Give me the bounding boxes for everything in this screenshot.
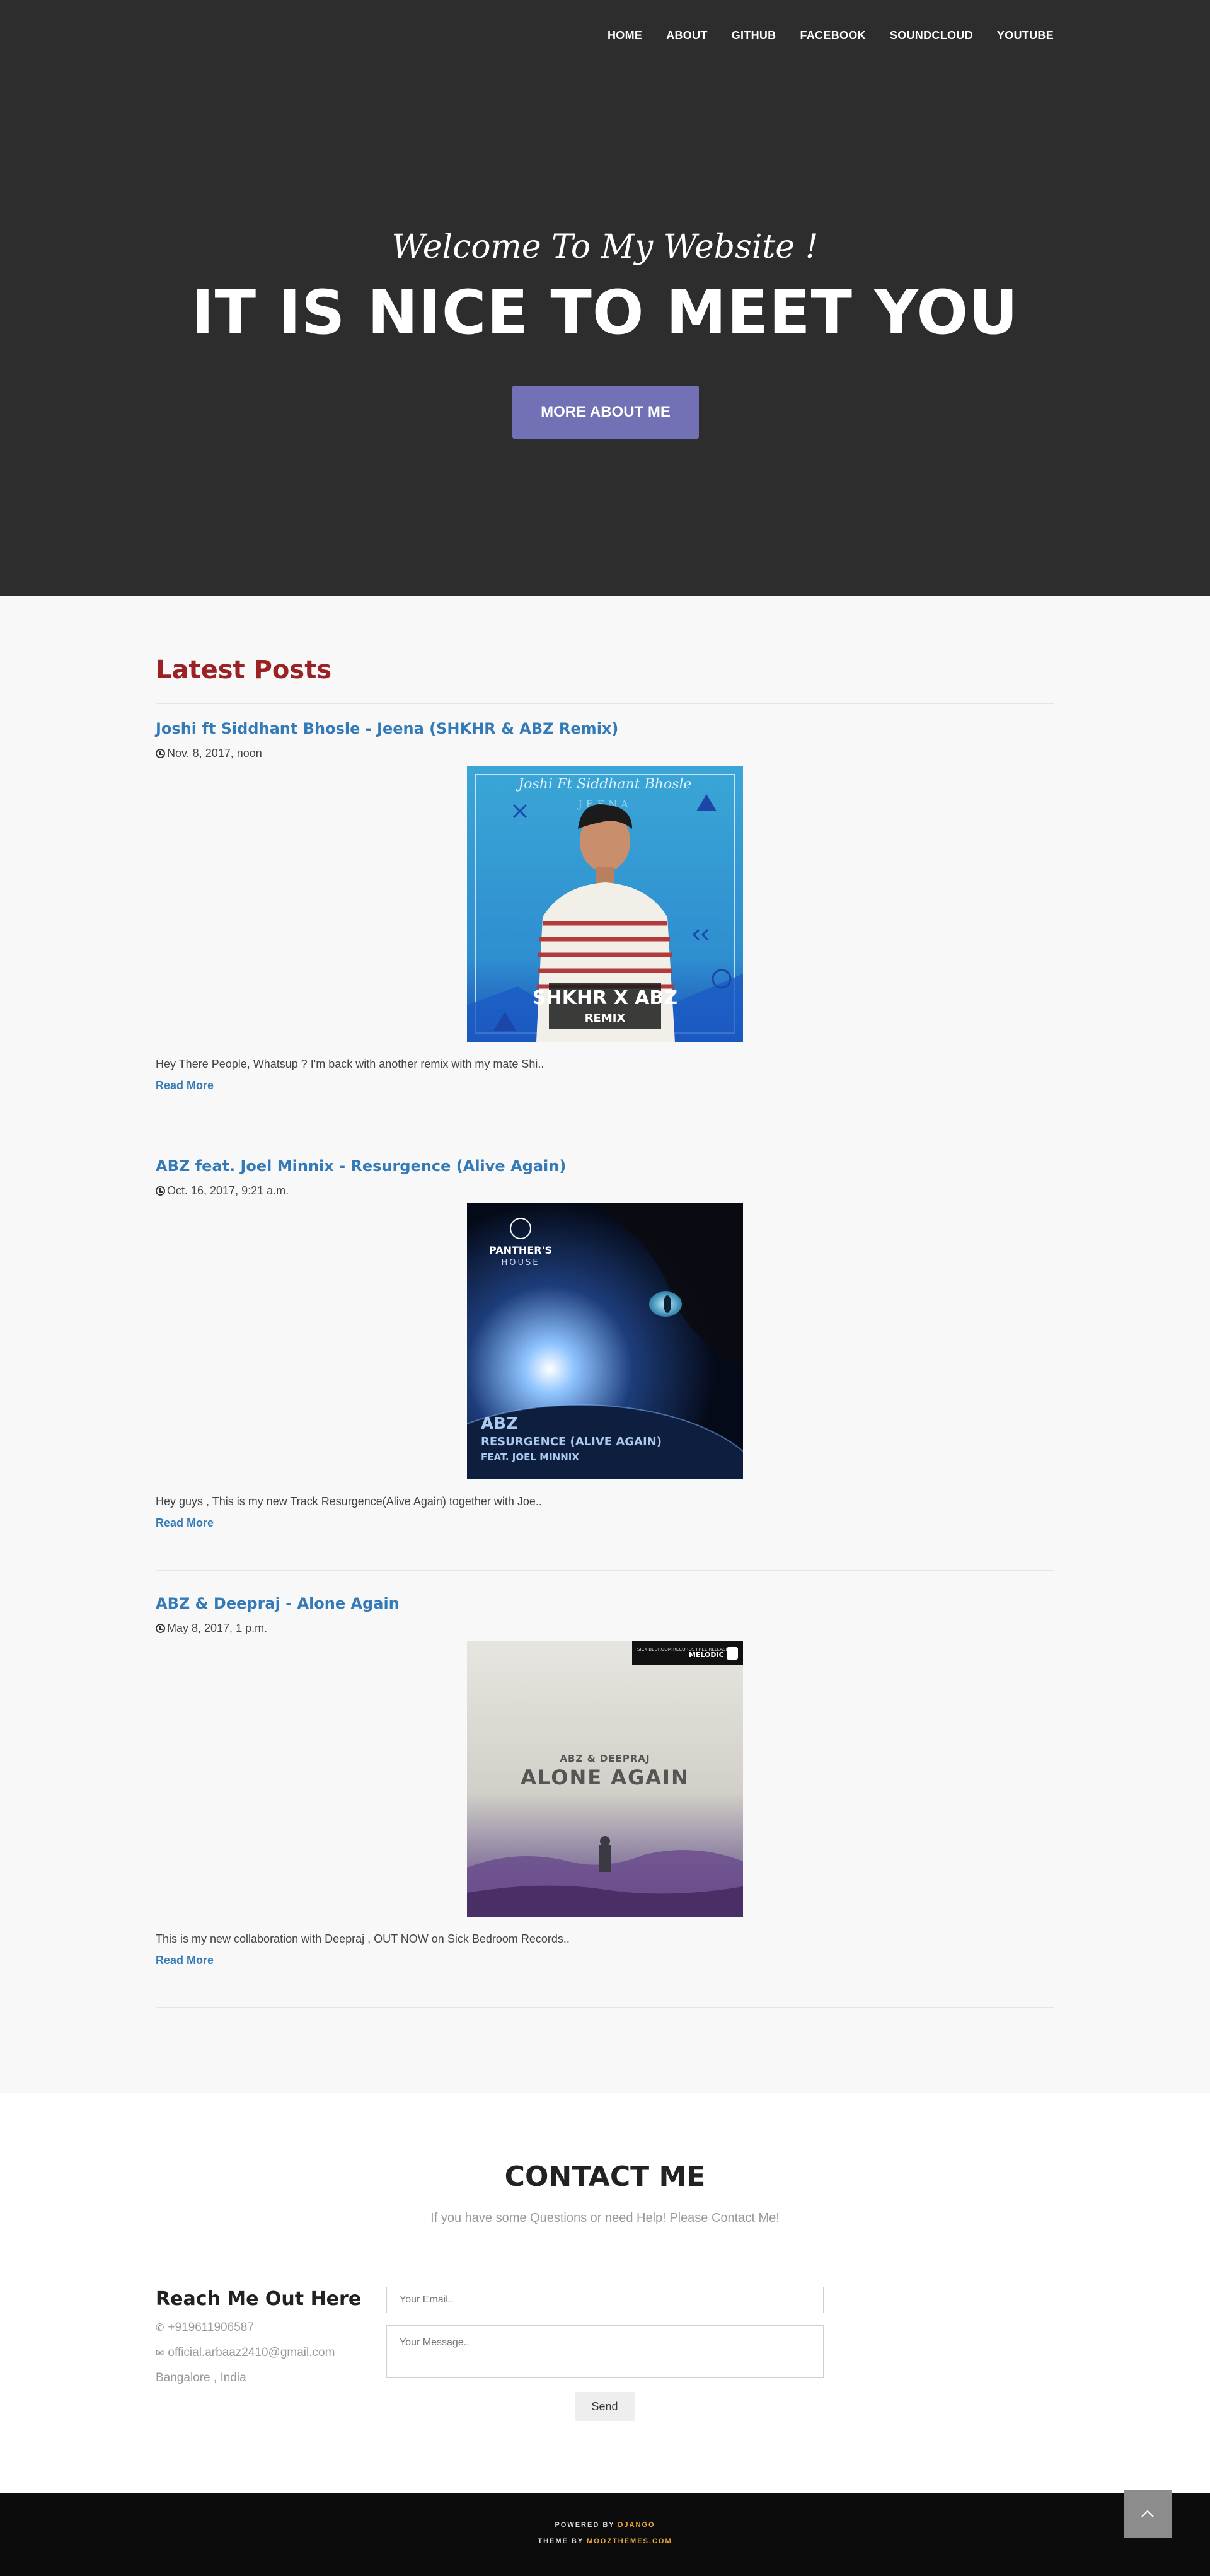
divider	[156, 2007, 1054, 2008]
post-item: ABZ & Deepraj - Alone Again May 8, 2017,…	[156, 1595, 1054, 2008]
post-excerpt: Hey There People, Whatsup ? I'm back wit…	[156, 1058, 544, 1070]
post-item: Joshi ft Siddhant Bhosle - Jeena (SHKHR …	[156, 720, 1054, 1133]
location-text: Bangalore , India	[156, 2371, 246, 2384]
nav-facebook[interactable]: FACEBOOK	[800, 29, 865, 42]
cover-art-resurgence: PANTHER'S HOUSE ABZ RESURGENCE (ALIVE AG…	[467, 1203, 743, 1479]
read-more-link[interactable]: Read More	[156, 1079, 214, 1092]
nav-about[interactable]: ABOUT	[666, 29, 708, 42]
contact-title: CONTACT ME	[504, 2161, 706, 2193]
reach-title: Reach Me Out Here	[156, 2288, 362, 2310]
post-excerpt: Hey guys , This is my new Track Resurgen…	[156, 1495, 542, 1508]
svg-text:ABZ: ABZ	[481, 1414, 518, 1433]
post-excerpt: This is my new collaboration with Deepra…	[156, 1932, 570, 1945]
svg-text:ABZ & DEEPRAJ: ABZ & DEEPRAJ	[560, 1753, 650, 1764]
post-date: Oct. 16, 2017, 9:21 a.m.	[156, 1184, 289, 1198]
post-cover-image[interactable]: SICK BEDROOM RECORDS FREE RELEASE MELODI…	[467, 1641, 743, 1917]
post-cover-image[interactable]: Joshi Ft Siddhant Bhosle JEENA SHKHR X A…	[467, 766, 743, 1042]
main-nav: HOME ABOUT GITHUB FACEBOOK SOUNDCLOUD YO…	[608, 29, 1054, 42]
theme-by-line: THEME BY MOOZTHEMES.COM	[0, 2538, 1210, 2545]
post-title-link[interactable]: ABZ & Deepraj - Alone Again	[156, 1595, 1054, 1612]
post-date-text: Oct. 16, 2017, 9:21 a.m.	[167, 1184, 289, 1197]
contact-phone: ✆ +919611906587	[156, 2321, 254, 2335]
nav-soundcloud[interactable]: SOUNDCLOUD	[890, 29, 973, 42]
nav-github[interactable]: GITHUB	[732, 29, 776, 42]
svg-text:PANTHER'S: PANTHER'S	[489, 1244, 552, 1256]
post-title-link[interactable]: Joshi ft Siddhant Bhosle - Jeena (SHKHR …	[156, 720, 1054, 737]
hero-subtitle: Welcome To My Website !	[391, 228, 819, 266]
svg-text:REMIX: REMIX	[585, 1012, 626, 1025]
posts-heading: Latest Posts	[156, 656, 332, 684]
theme-prefix: THEME BY	[538, 2538, 584, 2545]
clock-icon	[156, 749, 165, 758]
moozthemes-link[interactable]: MOOZTHEMES.COM	[587, 2538, 672, 2545]
contact-email: ✉ official.arbaaz2410@gmail.com	[156, 2346, 335, 2360]
svg-text:SHKHR X ABZ: SHKHR X ABZ	[533, 987, 677, 1009]
send-button[interactable]: Send	[575, 2392, 635, 2421]
message-field[interactable]	[386, 2325, 824, 2378]
chevron-up-icon	[1141, 2510, 1154, 2517]
post-item: ABZ feat. Joel Minnix - Resurgence (Aliv…	[156, 1157, 1054, 1571]
latest-posts-section: Latest Posts Joshi ft Siddhant Bhosle - …	[156, 656, 1054, 2008]
svg-text:MELODIC: MELODIC	[689, 1651, 724, 1659]
cover-art-jeena: Joshi Ft Siddhant Bhosle JEENA SHKHR X A…	[467, 766, 743, 1042]
clock-icon	[156, 1624, 165, 1633]
read-more-link[interactable]: Read More	[156, 1954, 214, 1967]
post-date: Nov. 8, 2017, noon	[156, 747, 262, 760]
post-date: May 8, 2017, 1 p.m.	[156, 1622, 267, 1635]
svg-text:FEAT. JOEL MINNIX: FEAT. JOEL MINNIX	[481, 1452, 579, 1463]
hero-title: IT IS NICE TO MEET YOU	[191, 277, 1019, 348]
nav-home[interactable]: HOME	[608, 29, 642, 42]
more-about-me-button[interactable]: MORE ABOUT ME	[512, 386, 699, 439]
post-cover-image[interactable]: PANTHER'S HOUSE ABZ RESURGENCE (ALIVE AG…	[467, 1203, 743, 1479]
powered-prefix: POWERED BY	[555, 2521, 615, 2529]
contact-section: CONTACT ME If you have some Questions or…	[0, 2093, 1210, 2493]
django-link[interactable]: DJANGO	[618, 2521, 655, 2529]
email-text: official.arbaaz2410@gmail.com	[168, 2346, 335, 2359]
footer: POWERED BY DJANGO THEME BY MOOZTHEMES.CO…	[0, 2493, 1210, 2576]
svg-text:HOUSE: HOUSE	[502, 1258, 540, 1268]
contact-location: Bangalore , India	[156, 2371, 246, 2385]
svg-text:Joshi Ft Siddhant Bhosle: Joshi Ft Siddhant Bhosle	[516, 777, 691, 792]
divider	[156, 1570, 1054, 1571]
email-field[interactable]	[386, 2287, 824, 2313]
hero-section: HOME ABOUT GITHUB FACEBOOK SOUNDCLOUD YO…	[0, 0, 1210, 596]
back-to-top-button[interactable]	[1124, 2490, 1172, 2538]
divider	[156, 703, 1054, 704]
nav-youtube[interactable]: YOUTUBE	[997, 29, 1054, 42]
post-title-link[interactable]: ABZ feat. Joel Minnix - Resurgence (Aliv…	[156, 1157, 1054, 1175]
envelope-icon: ✉	[156, 2348, 164, 2359]
svg-text:ALONE AGAIN: ALONE AGAIN	[521, 1765, 689, 1789]
clock-icon	[156, 1186, 165, 1196]
phone-text: +919611906587	[168, 2321, 254, 2334]
phone-icon: ✆	[156, 2323, 164, 2333]
cover-art-alone-again: SICK BEDROOM RECORDS FREE RELEASE MELODI…	[467, 1641, 743, 1917]
post-date-text: May 8, 2017, 1 p.m.	[167, 1622, 268, 1634]
read-more-link[interactable]: Read More	[156, 1516, 214, 1530]
powered-by-line: POWERED BY DJANGO	[0, 2521, 1210, 2529]
svg-text:RESURGENCE (ALIVE AGAIN): RESURGENCE (ALIVE AGAIN)	[481, 1435, 662, 1448]
post-date-text: Nov. 8, 2017, noon	[167, 747, 262, 760]
contact-subtitle: If you have some Questions or need Help!…	[430, 2211, 780, 2225]
